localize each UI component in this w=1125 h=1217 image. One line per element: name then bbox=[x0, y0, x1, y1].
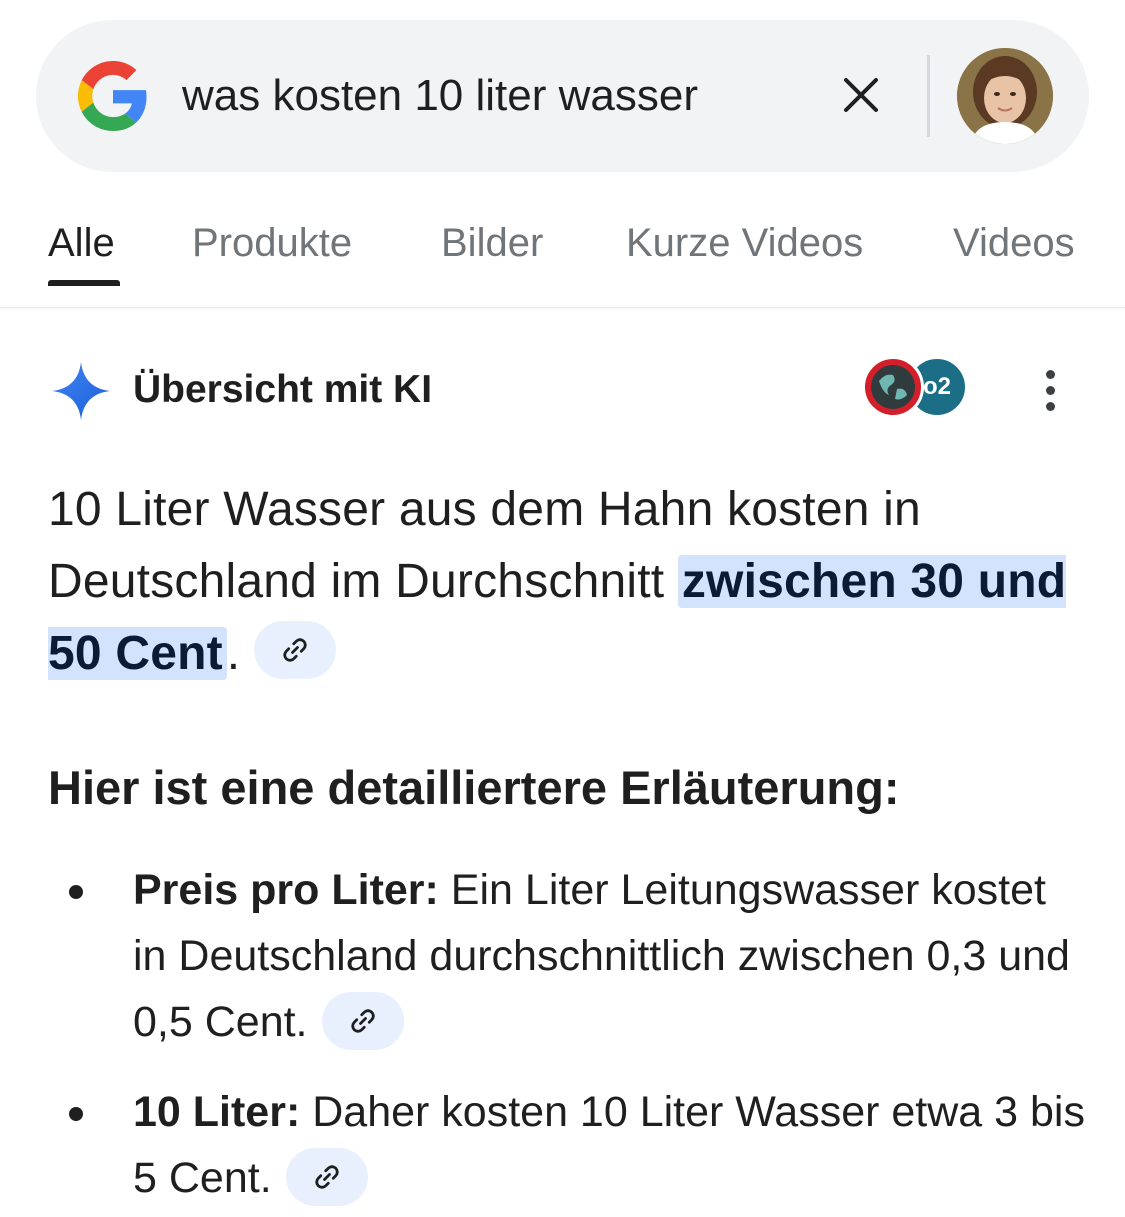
search-divider bbox=[927, 55, 930, 137]
search-input[interactable]: was kosten 10 liter wasser bbox=[182, 68, 698, 124]
more-options-button[interactable] bbox=[1030, 362, 1070, 418]
google-logo-icon bbox=[78, 61, 147, 131]
dot bbox=[1045, 401, 1055, 411]
bullet-label: 10 Liter: bbox=[133, 1088, 301, 1136]
link-icon bbox=[314, 1164, 339, 1189]
user-photo-icon bbox=[957, 48, 1053, 144]
bullet-label: Preis pro Liter: bbox=[133, 866, 439, 914]
close-icon bbox=[844, 78, 878, 112]
globe-icon bbox=[871, 365, 915, 409]
bullet-dot bbox=[69, 1107, 83, 1121]
source-link-button[interactable] bbox=[321, 991, 404, 1050]
bullet-list: Preis pro Liter: Ein Liter Leitungswasse… bbox=[0, 857, 1125, 1211]
source-link-button[interactable] bbox=[254, 621, 337, 680]
bullet-dot bbox=[69, 885, 83, 899]
source-icons[interactable]: o2 bbox=[862, 356, 972, 422]
ai-overview-header: Übersicht mit KI o2 bbox=[0, 350, 1125, 430]
section-heading: Hier ist eine detailliertere Erläuterung… bbox=[48, 761, 900, 814]
tab-produkte[interactable]: Produkte bbox=[192, 218, 352, 268]
list-item: 10 Liter: Daher kosten 10 Liter Wasser e… bbox=[0, 1079, 1090, 1211]
link-icon bbox=[350, 1008, 375, 1033]
answer-period: . bbox=[226, 627, 241, 680]
avatar[interactable] bbox=[957, 48, 1053, 144]
tab-bilder[interactable]: Bilder bbox=[441, 218, 543, 268]
ai-sparkle-icon bbox=[52, 362, 110, 420]
dot bbox=[1045, 385, 1055, 395]
ai-overview-title: Übersicht mit KI bbox=[133, 368, 433, 411]
list-item: Preis pro Liter: Ein Liter Leitungswasse… bbox=[0, 857, 1090, 1055]
search-tabs: Alle Produkte Bilder Kurze Videos Videos bbox=[0, 190, 1125, 308]
search-results-page: was kosten 10 liter wasser Alle Produkte… bbox=[0, 0, 1125, 1217]
tab-kurze-videos[interactable]: Kurze Videos bbox=[626, 218, 863, 268]
tab-alle[interactable]: Alle bbox=[48, 218, 115, 268]
tab-videos[interactable]: Videos bbox=[953, 218, 1075, 268]
link-icon bbox=[283, 638, 308, 662]
clear-search-button[interactable] bbox=[836, 70, 886, 120]
source-link-button[interactable] bbox=[285, 1147, 368, 1206]
dot bbox=[1045, 369, 1055, 379]
active-tab-indicator bbox=[48, 280, 120, 286]
source-badge[interactable] bbox=[862, 356, 924, 418]
ai-answer: 10 Liter Wasser aus dem Hahn kosten in D… bbox=[48, 474, 1088, 690]
